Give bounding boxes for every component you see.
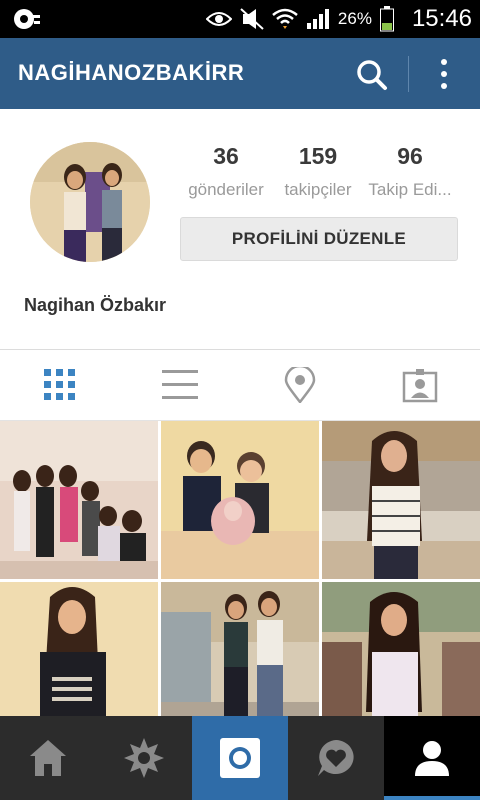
app-bar-divider [408, 56, 409, 92]
profile-stats: 36 gönderiler 159 takipçiler 96 Takip Ed… [180, 143, 470, 213]
location-pin-icon [284, 367, 316, 403]
tab-locations[interactable] [240, 350, 360, 420]
clock: 15:46 [411, 5, 472, 32]
grid-icon [44, 369, 75, 400]
activity-heart-icon [318, 740, 354, 776]
posts-label: gönderiler [188, 180, 264, 199]
photo-thumbnail[interactable] [161, 582, 319, 716]
profile-username: NAGİHANOZBAKİRR [18, 60, 245, 85]
nav-home[interactable] [0, 716, 96, 800]
search-icon[interactable] [355, 58, 389, 92]
camera-icon [220, 738, 260, 778]
photo-thumbnail[interactable] [0, 582, 158, 716]
battery-icon [379, 6, 394, 32]
avatar[interactable] [30, 142, 150, 262]
posts-count: 36 [213, 143, 239, 169]
following-label: Takip Edi... [368, 180, 452, 199]
more-vertical-icon[interactable] [430, 56, 458, 92]
photo-thumbnail[interactable] [322, 582, 480, 716]
posts-stat[interactable]: 36 gönderiler [180, 143, 272, 200]
profile-view-tabs [0, 350, 480, 421]
profile-header: 36 gönderiler 159 takipçiler 96 Takip Ed… [0, 109, 480, 350]
profile-icon [415, 741, 449, 776]
following-count: 96 [397, 143, 423, 169]
notification-icon [14, 9, 40, 29]
photo-thumbnail[interactable] [161, 421, 319, 579]
tab-grid[interactable] [0, 350, 120, 420]
bottom-nav [0, 716, 480, 800]
followers-label: takipçiler [284, 180, 352, 199]
nav-camera[interactable] [192, 716, 288, 800]
active-tab-indicator [384, 796, 480, 800]
app-bar: NAGİHANOZBAKİRR [0, 38, 480, 109]
home-icon [30, 740, 66, 776]
photo-thumbnail[interactable] [322, 421, 480, 579]
tab-tagged[interactable] [360, 350, 480, 420]
following-stat[interactable]: 96 Takip Edi... [364, 143, 456, 200]
profile-full-name: Nagihan Özbakır [24, 295, 167, 315]
followers-count: 159 [298, 143, 338, 169]
wifi-icon [272, 8, 298, 29]
edit-profile-button[interactable]: PROFİLİNİ DÜZENLE [180, 217, 458, 261]
explore-icon [124, 738, 164, 778]
nav-activity[interactable] [288, 716, 384, 800]
battery-percent: 26% [337, 9, 372, 28]
list-icon [162, 370, 198, 399]
nav-profile[interactable] [384, 716, 480, 800]
followers-stat[interactable]: 159 takipçiler [276, 143, 360, 200]
avatar-image [30, 142, 150, 262]
eye-icon [205, 12, 232, 26]
signal-icon [306, 9, 329, 29]
tab-list[interactable] [120, 350, 240, 420]
photo-grid [0, 421, 480, 716]
photo-thumbnail[interactable] [0, 421, 158, 579]
status-bar: 26% 15:46 [0, 0, 480, 38]
nav-explore[interactable] [96, 716, 192, 800]
tagged-person-icon [402, 369, 438, 403]
mute-icon [240, 8, 264, 30]
